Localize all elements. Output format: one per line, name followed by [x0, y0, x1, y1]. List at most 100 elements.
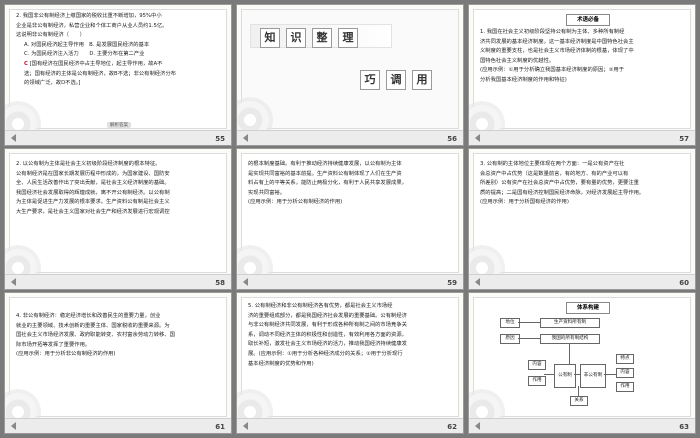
connector-line: [544, 374, 554, 375]
text-line: 是实现共同富裕的基本前提。生产资料公有制体现了人们在生产资: [248, 170, 402, 177]
connector-line: [569, 343, 570, 364]
body-text: 4. 非公有制经济：稳定经济增长和改善民生的重要力量，创业 就业的主要领域、技术…: [16, 312, 226, 360]
prev-arrow-icon[interactable]: [11, 134, 16, 142]
prev-arrow-icon[interactable]: [11, 278, 16, 286]
slide-thumbnail-63[interactable]: 体系构建 生产资料所有制 我国的所有制结构 地位 原因 内容 作用 公有制 非公…: [468, 292, 696, 434]
text-line: 为主体是促进生产力发展的根本要求。生产资料公有制是社会主义: [16, 199, 170, 206]
node-c1: 公有制: [554, 364, 576, 388]
slide-number: 57: [679, 135, 689, 143]
slide-thumbnail-60[interactable]: 3. 公有制的主体地位主要体现在两个方面：一是公有资产在社 会总资产中占优势（这…: [468, 148, 696, 290]
slide-thumbnail-62[interactable]: 5. 公有制经济和非公有制经济各有优势，都是社会主义市场经 济的重要组成部分，都…: [236, 292, 464, 434]
slide-footer: 63: [469, 418, 695, 433]
text-line: 际市场开拓等发挥了重要作用。: [16, 341, 91, 348]
connector-line: [518, 322, 540, 323]
text-line: 系，调动不同经济主体的积极性和创造性，有效利用各方面的资源，: [248, 331, 407, 338]
slide-thumbnail-58[interactable]: 2. 以公有制为主体是社会主义初级阶段经济制度的根本特征。 公有制经济是在国家长…: [4, 148, 232, 290]
text-line: 大生产要求，是社会主义国家对社会生产和经济发展进行宏观调控: [16, 208, 170, 215]
slide-content: 4. 非公有制经济：稳定经济增长和改善民生的重要力量，创业 就业的主要领域、技术…: [9, 297, 227, 417]
slide-thumbnail-57[interactable]: 术语必备 1. 我国在社会主义初级阶段坚持公有制为主体、多种所有制经 济共同发展…: [468, 4, 696, 146]
prev-arrow-icon[interactable]: [475, 422, 480, 430]
text-line: 2. 我国非公有制经济上缴国家的税收比重不断增加，95%中小: [16, 13, 162, 19]
connector-line: [578, 386, 579, 396]
node-c2: 非公有制: [580, 364, 606, 388]
title-char: 识: [286, 28, 306, 48]
text-line: (应用示例：用于分析非公有制经济的作用): [16, 351, 116, 358]
slide-number: 60: [679, 279, 689, 287]
text-line: 全、人民生活改善作出了突出贡献，是社会主义经济制度的基础。: [16, 180, 170, 187]
body-text: 2. 以公有制为主体是社会主义初级阶段经济制度的根本特征。 公有制经济是在国家长…: [16, 160, 226, 218]
text-line: 所差别）公有资产在社会总资产中占优势，要有量的优势，更要注重: [480, 180, 639, 187]
text-line: 的根本制度基础。有利于推动经济持续健康发展，以公有制为主体: [248, 161, 402, 167]
slide-number: 61: [215, 423, 225, 431]
slide-content: 知 识 整 理 巧 调 用: [241, 9, 459, 129]
connector-line: [604, 374, 616, 375]
answer-letter: C: [24, 60, 28, 67]
text-line: 取长补短，激发社会主义市场经济的活力，推动我国经济持续健康发: [248, 341, 407, 348]
slide-footer: 58: [5, 274, 231, 289]
node-top1: 生产资料所有制: [540, 318, 600, 328]
text-line: 1. 我国在社会主义初级阶段坚持公有制为主体、多种所有制经: [480, 29, 625, 35]
text-line: 与非公有制经济共同发展，有利于形成各种所有制之间的市场竞争关: [248, 322, 407, 329]
slide-footer: 61: [5, 418, 231, 433]
slide-number: 58: [215, 279, 225, 287]
body-text: 1. 我国在社会主义初级阶段坚持公有制为主体、多种所有制经 济共同发展的基本经济…: [480, 28, 690, 86]
connector-line: [518, 338, 540, 339]
node-mid1: 内容: [528, 360, 546, 370]
slide-footer: 60: [469, 274, 695, 289]
prev-arrow-icon[interactable]: [243, 278, 248, 286]
text-line: 国社会主义市场经济发展、政府职能转变、农村富余劳动力转移、国: [16, 332, 175, 339]
slide-content: 2. 我国非公有制经济上缴国家的税收比重不断增加，95%中小 企业是非公有制经济…: [9, 9, 227, 129]
text-line: 2. 以公有制为主体是社会主义初级阶段经济制度的根本特征。: [16, 161, 161, 167]
node-left2: 原因: [500, 334, 520, 344]
slide-thumbnail-56[interactable]: 知 识 整 理 巧 调 用 56: [236, 4, 464, 146]
slide-footer: 55: [5, 130, 231, 145]
text-line: 会总资产中占优势（这是数量前言，有的地方、有的产业可以有: [480, 170, 629, 177]
connector-line: [574, 374, 580, 375]
text-line: 义制度的重要支柱，也是社会主义市场经济体制的根基，体现了中: [480, 48, 634, 55]
prev-arrow-icon[interactable]: [475, 134, 480, 142]
text-line: 我国经济社会发展取得的辉煌成就，离不开公有制经济。以公有制: [16, 189, 170, 196]
slide-footer: 59: [237, 274, 463, 289]
slide-content: 体系构建 生产资料所有制 我国的所有制结构 地位 原因 内容 作用 公有制 非公…: [473, 297, 691, 417]
slide-number: 63: [679, 423, 689, 431]
slide-content: 术语必备 1. 我国在社会主义初级阶段坚持公有制为主体、多种所有制经 济共同发展…: [473, 9, 691, 129]
text-line: 分析我国基本经济制度的作用和特征): [480, 76, 567, 83]
node-right1: 特点: [616, 354, 634, 364]
node-top2: 我国的所有制结构: [540, 334, 600, 344]
text-line: (应用示例：①用于分析确立我国基本经济制度的原因；②用于: [480, 67, 624, 74]
text-line: 3. 公有制的主体地位主要体现在两个方面：一是公有资产在社: [480, 161, 625, 167]
text-line: 济的重要组成部分，都是我国经济社会发展的重要基础。公有制经济: [248, 312, 407, 319]
text-line: 国特色社会主义制度的优越性。: [480, 57, 555, 64]
text-line: 企业是非公有制经济，私营企业和个体工商户从业人员约1.5亿。: [16, 22, 168, 29]
text-line: (应用示例：用于分析国有经济的作用): [480, 199, 569, 206]
prev-arrow-icon[interactable]: [475, 278, 480, 286]
slide-number: 62: [447, 423, 457, 431]
text-line: [国有经济在国民经济中占主导地位，起主导作用，故A不: [29, 60, 163, 67]
slide-content: 5. 公有制经济和非公有制经济各有优势，都是社会主义市场经 济的重要组成部分，都…: [241, 297, 459, 417]
section-heading: 体系构建: [566, 302, 610, 314]
slide-number: 55: [215, 135, 225, 143]
text-line: 的领域广泛，故D不选。]: [24, 80, 81, 87]
section-heading: 术语必备: [566, 14, 610, 26]
text-line: 实现共同富裕。: [248, 189, 286, 196]
body-text: 的根本制度基础。有利于推动经济持续健康发展，以公有制为主体 是实现共同富裕的基本…: [248, 160, 458, 208]
prev-arrow-icon[interactable]: [243, 134, 248, 142]
slide-footer: 56: [237, 130, 463, 145]
text-line: 选；国有经济的主体是公有制经济，故B不选；非公有制经济分布: [24, 70, 176, 77]
slide-content: 3. 公有制的主体地位主要体现在两个方面：一是公有资产在社 会总资产中占优势（这…: [473, 153, 691, 273]
title-char: 整: [312, 28, 332, 48]
slide-content: 的根本制度基础。有利于推动经济持续健康发展，以公有制为主体 是实现共同富裕的基本…: [241, 153, 459, 273]
slide-thumbnail-61[interactable]: 4. 非公有制经济：稳定经济增长和改善民生的重要力量，创业 就业的主要领域、技术…: [4, 292, 232, 434]
slide-thumbnail-55[interactable]: 2. 我国非公有制经济上缴国家的税收比重不断增加，95%中小 企业是非公有制经济…: [4, 4, 232, 146]
text-line: 就业的主要领域、技术创新的重要主体、国家税收的重要来源。为: [16, 322, 170, 329]
question-text: 2. 我国非公有制经济上缴国家的税收比重不断增加，95%中小 企业是非公有制经济…: [16, 12, 226, 89]
text-line: 料占有上的平等关系，能防止两极分化，有利于人民共享发展成果，: [248, 180, 407, 187]
node-bottom: 关系: [570, 396, 588, 406]
prev-arrow-icon[interactable]: [243, 422, 248, 430]
answer-tag[interactable]: 解析答案: [107, 122, 131, 128]
slide-thumbnail-59[interactable]: 的根本制度基础。有利于推动经济持续健康发展，以公有制为主体 是实现共同富裕的基本…: [236, 148, 464, 290]
node-left1: 地位: [500, 318, 520, 328]
prev-arrow-icon[interactable]: [11, 422, 16, 430]
node-right2: 内容: [616, 368, 634, 378]
title-char: 巧: [360, 70, 380, 90]
